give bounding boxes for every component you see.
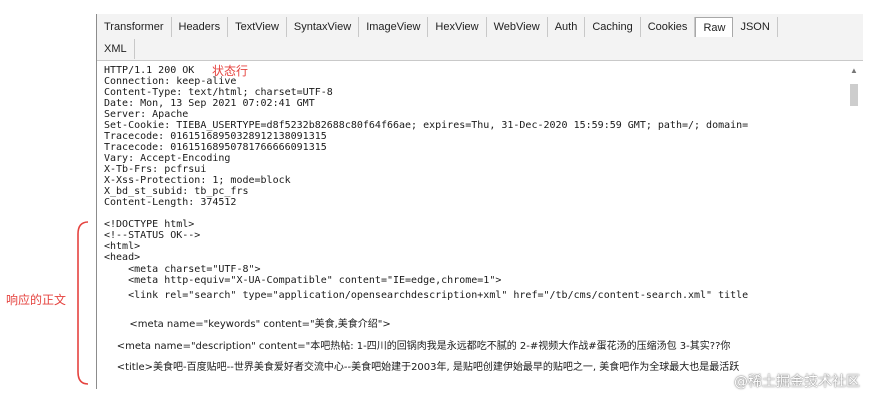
body-line: <meta name="keywords" content="美食,美食介绍"> [104,319,391,330]
raw-response-view[interactable]: HTTP/1.1 200 OK Connection: keep-alive C… [97,61,849,389]
tab-row-2: XML [97,39,135,61]
vertical-scrollbar[interactable]: ▲ [849,66,859,386]
tab-transformer[interactable]: Transformer [97,17,172,37]
header-line: Tracecode: 01615168950781766666091315 [104,142,327,153]
header-line: X-Xss-Protection: 1; mode=block [104,175,291,186]
tab-hexview[interactable]: HexView [428,17,487,37]
body-line: <meta charset="UTF-8"> [104,264,261,275]
body-line: <head> [104,252,141,263]
body-line: <meta http-equiv="X-UA-Compatible" conte… [104,275,502,286]
tab-cookies[interactable]: Cookies [641,17,696,37]
body-line: <html> [104,241,141,252]
tab-caching[interactable]: Caching [585,17,641,37]
header-line: Tracecode: 01615168950328912138091315 [104,131,327,142]
header-line: X_bd_st_subid: tb_pc_frs [104,186,249,197]
header-line: Set-Cookie: TIEBA_USERTYPE=d8f5232b82688… [104,120,749,131]
response-body-annotation: 响应的正文 [6,293,67,307]
body-line: <!DOCTYPE html> [104,219,195,230]
body-line: <meta name="description" content="本吧热帖: … [104,341,731,352]
tab-headers[interactable]: Headers [172,17,229,37]
body-line: <!--STATUS OK--> [104,230,201,241]
tab-row-1: Transformer Headers TextView SyntaxView … [97,17,778,39]
header-line: Vary: Accept-Encoding [104,153,231,164]
header-line: Content-Type: text/html; charset=UTF-8 [104,87,333,98]
tab-json[interactable]: JSON [733,17,778,37]
status-line-annotation: 状态行 [212,64,249,78]
body-line: <link rel="search" type="application/ope… [104,290,749,301]
tab-raw[interactable]: Raw [695,17,734,37]
status-line: HTTP/1.1 200 OK [104,65,195,76]
header-line: Date: Mon, 13 Sep 2021 07:02:41 GMT [104,98,315,109]
tab-auth[interactable]: Auth [548,17,586,37]
tab-imageview[interactable]: ImageView [359,17,429,37]
watermark: @稀土掘金技术社区 [734,374,860,390]
tab-textview[interactable]: TextView [228,17,287,37]
tab-xml[interactable]: XML [97,39,135,59]
header-line: Content-Length: 374512 [104,197,237,208]
tab-webview[interactable]: WebView [487,17,548,37]
header-line: X-Tb-Frs: pcfrsui [104,164,207,175]
header-line: Server: Apache [104,109,189,120]
tab-syntaxview[interactable]: SyntaxView [287,17,360,37]
response-body-bracket [77,221,89,385]
tab-bar: Transformer Headers TextView SyntaxView … [97,14,863,61]
body-line: <title>美食吧-百度贴吧--世界美食爱好者交流中心--美食吧始建于2003… [104,362,740,373]
scroll-thumb[interactable] [850,84,858,106]
scroll-up-icon[interactable]: ▲ [849,66,859,76]
